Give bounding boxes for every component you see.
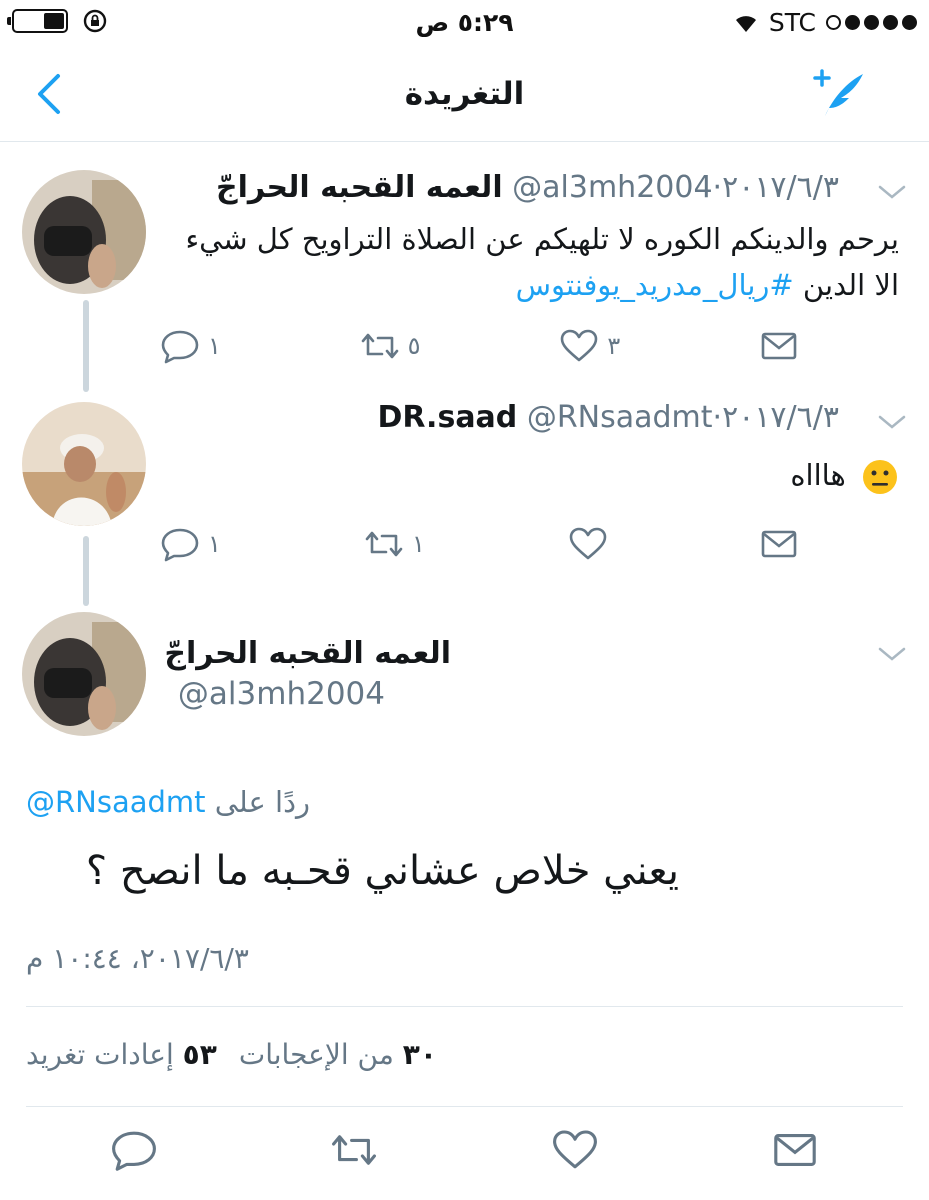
tweet-header: العمه القحبه الحراجّ @al3mh2004·٢٠١٧/٦/٣: [215, 170, 839, 205]
dm-button[interactable]: [759, 526, 799, 562]
avatar[interactable]: [22, 170, 146, 294]
tweet-date: ٢٠١٧/٦/٣: [722, 170, 839, 205]
thread-tweet-2[interactable]: DR.saad @RNsaadmt·٢٠١٧/٦/٣ هاااه ١ ١: [0, 392, 929, 582]
status-right: STC: [733, 8, 917, 37]
tweet-stats: ٣٠ من الإعجابات ٥٣ إعادات تغريد: [26, 1038, 437, 1071]
heart-icon[interactable]: [551, 1128, 599, 1172]
retweets-stat[interactable]: ٥٣ إعادات تغريد: [26, 1038, 217, 1071]
like-button[interactable]: ٣: [559, 328, 620, 364]
status-bar: ٥:٢٩ ص STC: [0, 0, 929, 46]
avatar[interactable]: [22, 402, 146, 526]
author-handle[interactable]: @RNsaadmt: [527, 400, 713, 435]
signal-dots-icon: [826, 15, 917, 30]
tweet-text-line: يرحم والدينكم الكوره لا تلهيكم عن الصلاة…: [185, 222, 899, 256]
author-handle[interactable]: @al3mh2004: [178, 676, 385, 712]
reply-icon[interactable]: [110, 1128, 158, 1172]
tweet-text: يرحم والدينكم الكوره لا تلهيكم عن الصلاة…: [170, 216, 899, 308]
carrier-label: STC: [768, 8, 816, 37]
chevron-down-icon[interactable]: [877, 644, 907, 664]
mail-icon: [761, 530, 797, 558]
tweet-date: ٢٠١٧/٦/٣: [722, 400, 839, 435]
dm-button[interactable]: [759, 328, 799, 364]
mail-icon: [761, 332, 797, 360]
retweets-count: ٥٣: [182, 1038, 217, 1071]
like-count: ٣: [607, 332, 621, 360]
avatar-image: [22, 612, 146, 736]
avatar-image: [22, 170, 146, 294]
chevron-down-icon[interactable]: [877, 182, 907, 202]
avatar[interactable]: [22, 612, 146, 736]
author-name[interactable]: العمه القحبه الحراجّ: [216, 170, 503, 205]
author-name[interactable]: العمه القحبه الحراجّ: [164, 636, 451, 671]
likes-stat[interactable]: ٣٠ من الإعجابات: [239, 1038, 437, 1071]
mail-icon[interactable]: [771, 1128, 819, 1172]
reply-button[interactable]: ١: [160, 328, 221, 364]
retweets-label: إعادات تغريد: [26, 1038, 174, 1071]
compose-tweet-icon[interactable]: [811, 68, 865, 120]
chevron-down-icon[interactable]: [877, 412, 907, 432]
reply-to-label: ردًا على: [214, 785, 311, 819]
likes-label: من الإعجابات: [238, 1038, 394, 1071]
tweet-actions: ١ ١: [160, 526, 799, 562]
tweet-text: هاااه: [170, 452, 899, 498]
tweet-text-line: هاااه: [790, 458, 846, 492]
tweet-text-prefix: الا الدين: [802, 268, 899, 302]
reply-count: ١: [208, 332, 221, 360]
retweet-icon[interactable]: [330, 1128, 378, 1172]
neutral-face-emoji: [863, 460, 897, 494]
reply-to-handle[interactable]: @RNsaadmt: [26, 785, 206, 819]
reply-to-line: @RNsaadmt ردًا على: [26, 785, 310, 819]
reply-count: ١: [208, 530, 221, 558]
wifi-icon: [735, 15, 756, 32]
hashtag-link[interactable]: #ريال_مدريد_يوفنتوس: [516, 268, 794, 302]
page-title: التغريدة: [404, 76, 525, 112]
like-button[interactable]: [568, 526, 616, 562]
retweet-button[interactable]: ١: [364, 526, 425, 562]
tweet-text-line: الا الدين #ريال_مدريد_يوفنتوس: [170, 262, 899, 308]
tweet-actions: ١ ٥ ٣: [160, 328, 799, 364]
author-name[interactable]: DR.saad: [378, 400, 518, 435]
divider: [26, 1106, 903, 1107]
tweet-header: DR.saad @RNsaadmt·٢٠١٧/٦/٣: [377, 400, 840, 435]
reply-button[interactable]: ١: [160, 526, 221, 562]
divider: [26, 1006, 903, 1007]
likes-count: ٣٠: [402, 1038, 437, 1071]
nav-bar: التغريدة: [0, 46, 929, 142]
reply-icon: [161, 528, 199, 562]
retweet-icon: [361, 333, 398, 359]
main-tweet-actions: [110, 1128, 819, 1172]
heart-icon: [561, 329, 598, 362]
author-handle[interactable]: @al3mh2004: [512, 170, 712, 205]
main-tweet-text: يعني خلاص عشاني قحـ‍به ما انصح ؟: [85, 848, 679, 894]
thread-line: [83, 536, 89, 606]
reply-icon: [161, 330, 199, 364]
retweet-count: ٥: [407, 332, 421, 360]
retweet-icon: [365, 531, 403, 557]
retweet-button[interactable]: ٥: [360, 328, 421, 364]
retweet-count: ١: [411, 530, 425, 558]
thread-tweet-1[interactable]: العمه القحبه الحراجّ @al3mh2004·٢٠١٧/٦/٣…: [0, 146, 929, 386]
heart-icon: [569, 527, 607, 560]
avatar-image: [22, 402, 146, 526]
thread-line: [83, 300, 89, 392]
tweet-timestamp: ٢٠١٧/٦/٣، ١٠:٤٤ م: [26, 942, 249, 975]
